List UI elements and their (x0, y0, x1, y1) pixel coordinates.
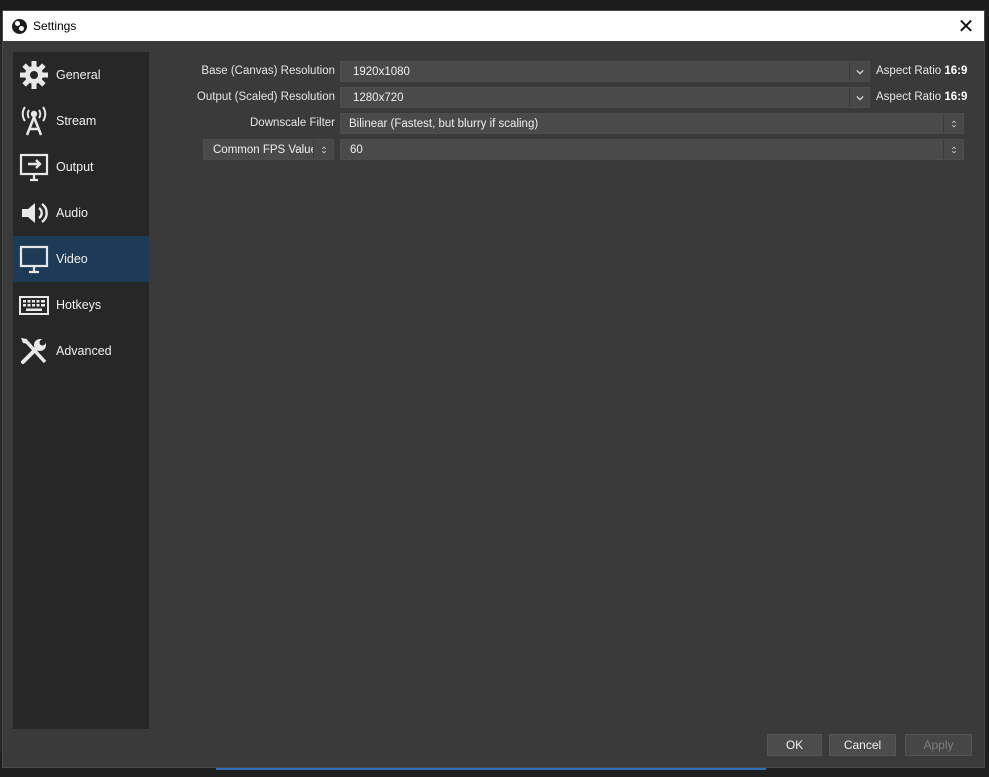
sidebar-item-label: Hotkeys (56, 298, 102, 312)
aspect-ratio-label: Aspect Ratio (876, 65, 942, 77)
base-resolution-label: Base (Canvas) Resolution (201, 65, 335, 77)
wrench-screwdriver-icon (17, 334, 51, 368)
close-button[interactable]: ✕ (948, 11, 984, 41)
title-bar: Settings ✕ (3, 11, 984, 41)
broadcast-tower-icon (17, 104, 51, 138)
sidebar-item-video[interactable]: Video (13, 236, 149, 282)
aspect-ratio-label: Aspect Ratio (876, 91, 942, 103)
base-resolution-combo[interactable]: 1920x1080 (340, 61, 870, 82)
sidebar-item-advanced[interactable]: Advanced (13, 328, 149, 374)
sidebar-item-hotkeys[interactable]: Hotkeys (13, 282, 149, 328)
sidebar-item-label: Stream (56, 114, 97, 128)
video-settings-panel: Base (Canvas) Resolution 1920x1080 Aspec… (149, 52, 984, 727)
sidebar-item-stream[interactable]: Stream (13, 98, 149, 144)
sidebar-item-label: Output (56, 160, 94, 174)
updown-chevron-icon[interactable] (313, 140, 333, 159)
aspect-ratio-value: 16:9 (944, 91, 968, 103)
sidebar-item-audio[interactable]: Audio (13, 190, 149, 236)
gear-icon (17, 58, 51, 92)
settings-dialog: Settings ✕ General Stream Output Audio V… (2, 10, 985, 768)
downscale-filter-select[interactable]: Bilinear (Fastest, but blurry if scaling… (340, 113, 964, 134)
base-aspect-ratio: Aspect Ratio 16:9 (876, 65, 967, 77)
window-title: Settings (33, 19, 77, 33)
aspect-ratio-value: 16:9 (944, 65, 968, 77)
downscale-filter-value: Bilinear (Fastest, but blurry if scaling… (349, 117, 539, 130)
ok-button[interactable]: OK (767, 734, 822, 756)
output-aspect-ratio: Aspect Ratio 16:9 (876, 91, 967, 103)
sidebar-item-label: Video (56, 252, 88, 266)
sidebar-item-output[interactable]: Output (13, 144, 149, 190)
chevron-down-icon[interactable] (849, 62, 869, 81)
base-resolution-value: 1920x1080 (353, 65, 410, 78)
keyboard-icon (17, 288, 51, 322)
output-resolution-value: 1280x720 (353, 91, 404, 104)
sidebar-item-label: General (56, 68, 101, 82)
sidebar-item-general[interactable]: General (13, 52, 149, 98)
cancel-button[interactable]: Cancel (829, 734, 896, 756)
fps-value-select[interactable]: 60 (340, 139, 964, 160)
monitor-icon (17, 242, 51, 276)
output-resolution-label: Output (Scaled) Resolution (196, 91, 335, 103)
background-window-strip (0, 0, 989, 10)
apply-button[interactable]: Apply (905, 734, 972, 756)
updown-chevron-icon[interactable] (943, 114, 963, 133)
fps-value: 60 (350, 143, 363, 156)
settings-sidebar: General Stream Output Audio Video Hotkey… (13, 52, 149, 729)
downscale-filter-label: Downscale Filter (250, 117, 335, 129)
chevron-down-icon[interactable] (849, 88, 869, 107)
output-monitor-icon (17, 150, 51, 184)
fps-mode-value: Common FPS Values (213, 143, 323, 156)
speaker-icon (17, 196, 51, 230)
output-resolution-combo[interactable]: 1280x720 (340, 87, 870, 108)
fps-mode-select[interactable]: Common FPS Values (203, 139, 334, 160)
obs-logo-icon (12, 18, 27, 34)
sidebar-item-label: Advanced (56, 344, 112, 358)
updown-chevron-icon[interactable] (943, 140, 963, 159)
sidebar-item-label: Audio (56, 206, 88, 220)
